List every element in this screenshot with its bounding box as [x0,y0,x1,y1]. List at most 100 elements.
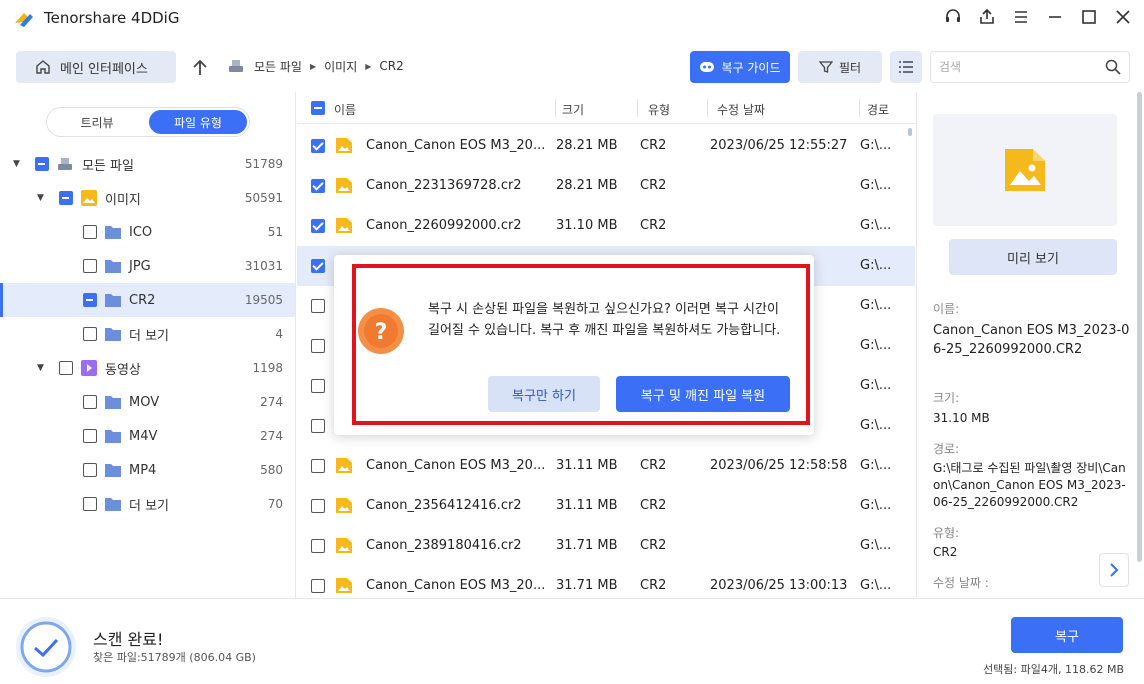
image-file-icon [336,578,352,593]
tree-item-video[interactable]: ▼ 동영상 1198 [0,351,295,385]
recover-button[interactable]: 복구 [1011,617,1123,653]
search-icon[interactable] [1105,59,1121,75]
row-checkbox[interactable] [311,299,325,313]
column-divider[interactable] [859,99,860,117]
preview-thumbnail [933,114,1117,226]
file-name: Canon_2231369728.cr2 [366,178,522,193]
column-header-size[interactable]: 크기 [562,101,584,118]
row-checkbox[interactable] [311,259,325,273]
home-icon [36,60,50,74]
file-size: 31.71 MB [556,578,618,593]
row-checkbox[interactable] [311,539,325,553]
close-icon[interactable] [1112,6,1134,28]
file-path: G:\... [860,578,892,593]
select-all-checkbox[interactable] [311,101,325,115]
table-row[interactable]: Canon_2231369728.cr2 28.21 MB CR2 G:\... [297,166,915,206]
menu-icon[interactable] [1010,6,1032,28]
column-divider[interactable] [637,99,638,117]
table-row[interactable]: Canon_Canon EOS M3_20... 31.71 MB CR2 2023/… [297,566,915,598]
tree-checkbox[interactable] [83,327,97,341]
search-box [930,51,1130,83]
table-row[interactable]: Canon_Canon EOS M3_20... 31.11 MB CR2 2023/… [297,446,915,486]
tree-item-mp4[interactable]: MP4 580 [0,453,295,487]
next-panel-button[interactable] [1099,553,1129,587]
tree-item-all-files[interactable]: ▼ 모든 파일 51789 [0,147,295,181]
tree-item-m4v[interactable]: M4V 274 [0,419,295,453]
row-checkbox[interactable] [311,379,325,393]
table-scrollbar[interactable] [908,128,912,136]
breadcrumb-item-images[interactable]: 이미지 [324,58,357,75]
support-headset-icon[interactable] [942,6,964,28]
tree-item-cr2[interactable]: CR2 19505 [0,283,295,317]
filter-label: 필터 [838,60,862,75]
column-header-date[interactable]: 수정 날짜 [717,101,765,118]
image-file-icon [336,458,352,473]
tab-file-type[interactable]: 파일 유형 [149,110,247,134]
tree-checkbox[interactable] [59,191,73,205]
scan-complete-icon [16,617,76,677]
tree-checkbox[interactable] [83,293,97,307]
list-view-button[interactable] [890,51,922,83]
main-interface-button[interactable]: 메인 인터페이스 [16,51,176,83]
maximize-icon[interactable] [1078,6,1100,28]
file-size: 28.21 MB [556,138,618,153]
preview-button[interactable]: 미리 보기 [949,239,1117,275]
footer-bar: 스캔 완료! 찾은 파일:51789개 (806.04 GB) 복구 선택됨: … [0,598,1144,684]
row-checkbox[interactable] [311,219,325,233]
tree-checkbox[interactable] [83,463,97,477]
column-divider[interactable] [707,99,708,117]
tree-checkbox[interactable] [83,225,97,239]
tree-checkbox[interactable] [35,157,49,171]
recovery-guide-button[interactable]: 복구 가이드 [690,51,790,83]
chevron-down-icon[interactable]: ▼ [37,193,44,203]
chevron-down-icon[interactable]: ▼ [37,363,44,373]
search-input[interactable] [931,52,1091,82]
tree-item-label: CR2 [129,292,156,308]
row-checkbox[interactable] [311,339,325,353]
recover-and-repair-button[interactable]: 복구 및 깨진 파일 복원 [616,376,790,412]
row-checkbox[interactable] [311,579,325,593]
chevron-down-icon[interactable]: ▼ [13,159,20,169]
detail-scrollbar[interactable] [1137,92,1142,562]
column-header-type[interactable]: 유형 [648,101,670,118]
recover-only-button[interactable]: 복구만 하기 [488,376,600,412]
tree-checkbox[interactable] [83,395,97,409]
tree-item-count: 274 [260,395,283,409]
tree-checkbox[interactable] [59,361,73,375]
tree-item-more-images[interactable]: 더 보기 4 [0,317,295,351]
tree-item-count: 51789 [244,157,283,171]
folder-icon [105,226,121,239]
tree-item-more-video[interactable]: 더 보기 70 [0,487,295,521]
tab-tree-view[interactable]: 트리뷰 [49,110,145,134]
table-row[interactable]: Canon_2260992000.cr2 31.10 MB CR2 G:\... [297,206,915,246]
file-path: G:\... [860,418,892,433]
tree-checkbox[interactable] [83,497,97,511]
breadcrumb-item-cr2[interactable]: CR2 [379,59,403,73]
detail-name-value: Canon_Canon EOS M3_2023-06-25_2260992000… [933,323,1130,357]
tree-checkbox[interactable] [83,429,97,443]
tree-item-images[interactable]: ▼ 이미지 50591 [0,181,295,215]
table-row[interactable]: Canon_2389180416.cr2 31.71 MB CR2 G:\... [297,526,915,566]
file-path: G:\... [860,178,892,193]
row-checkbox[interactable] [311,499,325,513]
row-checkbox[interactable] [311,139,325,153]
filter-button[interactable]: 필터 [798,51,882,83]
row-checkbox[interactable] [311,419,325,433]
breadcrumb-item-all-files[interactable]: 모든 파일 [254,58,302,75]
row-checkbox[interactable] [311,179,325,193]
file-path: G:\... [860,338,892,353]
tree-item-jpg[interactable]: JPG 31031 [0,249,295,283]
share-icon[interactable] [976,6,998,28]
up-arrow-icon[interactable] [188,56,212,80]
table-row[interactable]: Canon_Canon EOS M3_20... 28.21 MB CR2 2023/… [297,126,915,166]
file-size: 31.71 MB [556,538,618,553]
tree-item-mov[interactable]: MOV 274 [0,385,295,419]
tree-item-ico[interactable]: ICO 51 [0,215,295,249]
column-divider[interactable] [555,99,556,117]
column-header-path[interactable]: 경로 [867,101,889,118]
tree-checkbox[interactable] [83,259,97,273]
table-row[interactable]: Canon_2356412416.cr2 31.11 MB CR2 G:\... [297,486,915,526]
row-checkbox[interactable] [311,459,325,473]
column-header-name[interactable]: 이름 [334,101,356,118]
minimize-icon[interactable] [1044,6,1066,28]
